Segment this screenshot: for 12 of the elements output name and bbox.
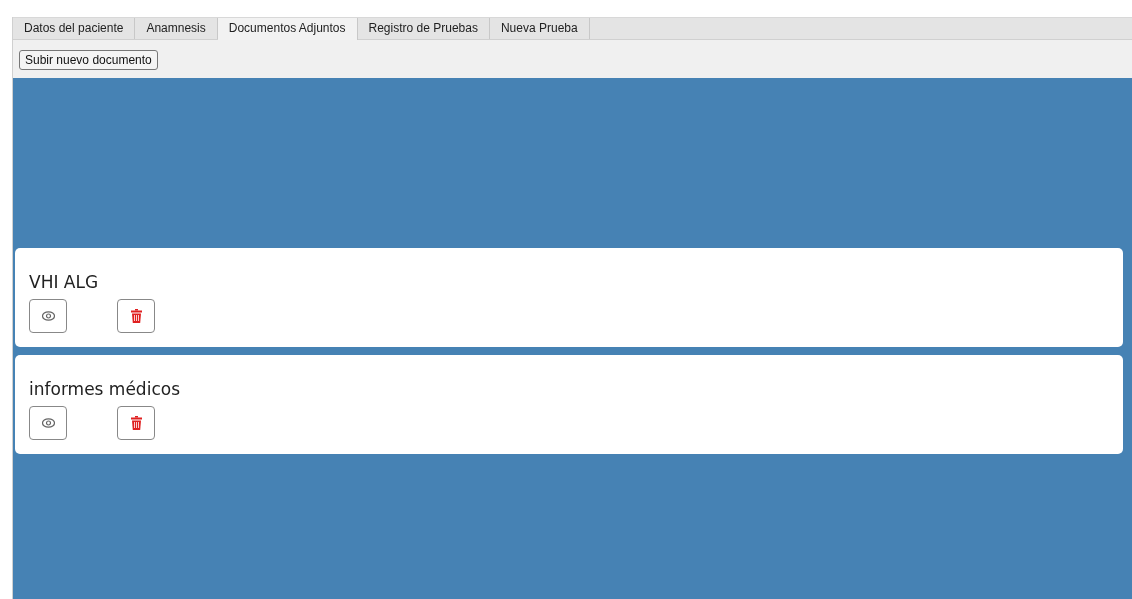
view-button[interactable] [29, 406, 67, 440]
upload-button[interactable]: Subir nuevo documento [19, 50, 158, 70]
eye-icon [41, 418, 55, 428]
tab[interactable]: Documentos Adjuntos [217, 18, 358, 40]
eye-icon [41, 311, 55, 321]
trash-icon [130, 309, 142, 323]
document-title: informes médicos [29, 379, 181, 399]
trash-icon [130, 416, 142, 430]
document-title: VHI ALG [29, 272, 100, 292]
view-button[interactable] [29, 299, 67, 333]
delete-button[interactable] [117, 299, 155, 333]
delete-button[interactable] [117, 406, 155, 440]
